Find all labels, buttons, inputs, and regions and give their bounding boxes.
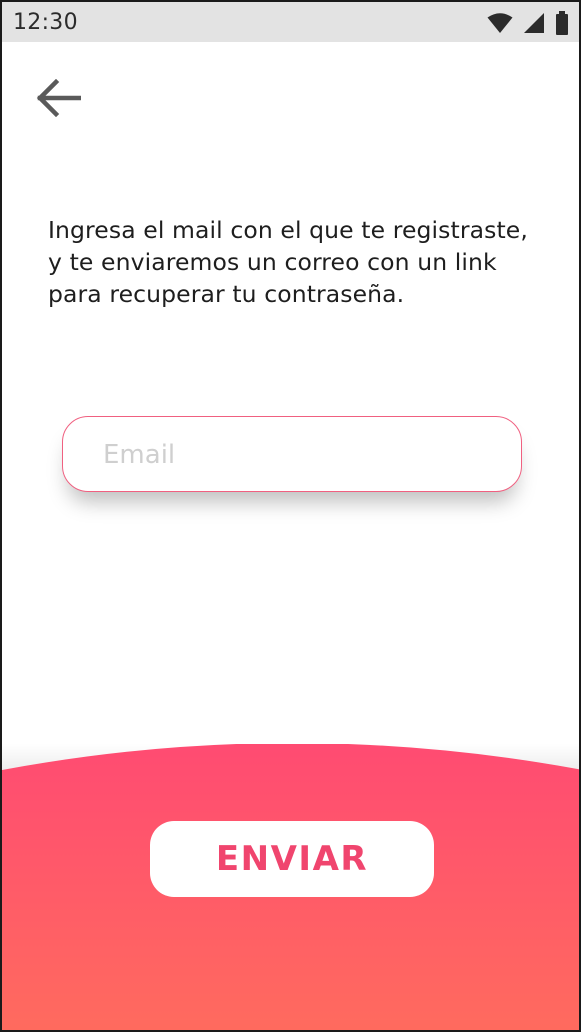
instructions-text: Ingresa el mail con el que te registrast… — [48, 216, 528, 308]
battery-icon — [555, 11, 569, 35]
status-time: 12:30 — [13, 10, 78, 35]
send-button[interactable]: ENVIAR — [150, 821, 434, 897]
wifi-icon — [487, 12, 513, 34]
arrow-left-icon — [35, 78, 82, 122]
signal-icon — [523, 12, 545, 34]
email-field[interactable] — [62, 416, 522, 493]
email-input[interactable] — [101, 417, 505, 493]
phone-screen: 12:30 Ingresa el mail con el que te regi… — [0, 0, 581, 1032]
back-button[interactable] — [32, 78, 84, 122]
status-icons — [487, 11, 569, 35]
status-bar: 12:30 — [2, 2, 579, 42]
